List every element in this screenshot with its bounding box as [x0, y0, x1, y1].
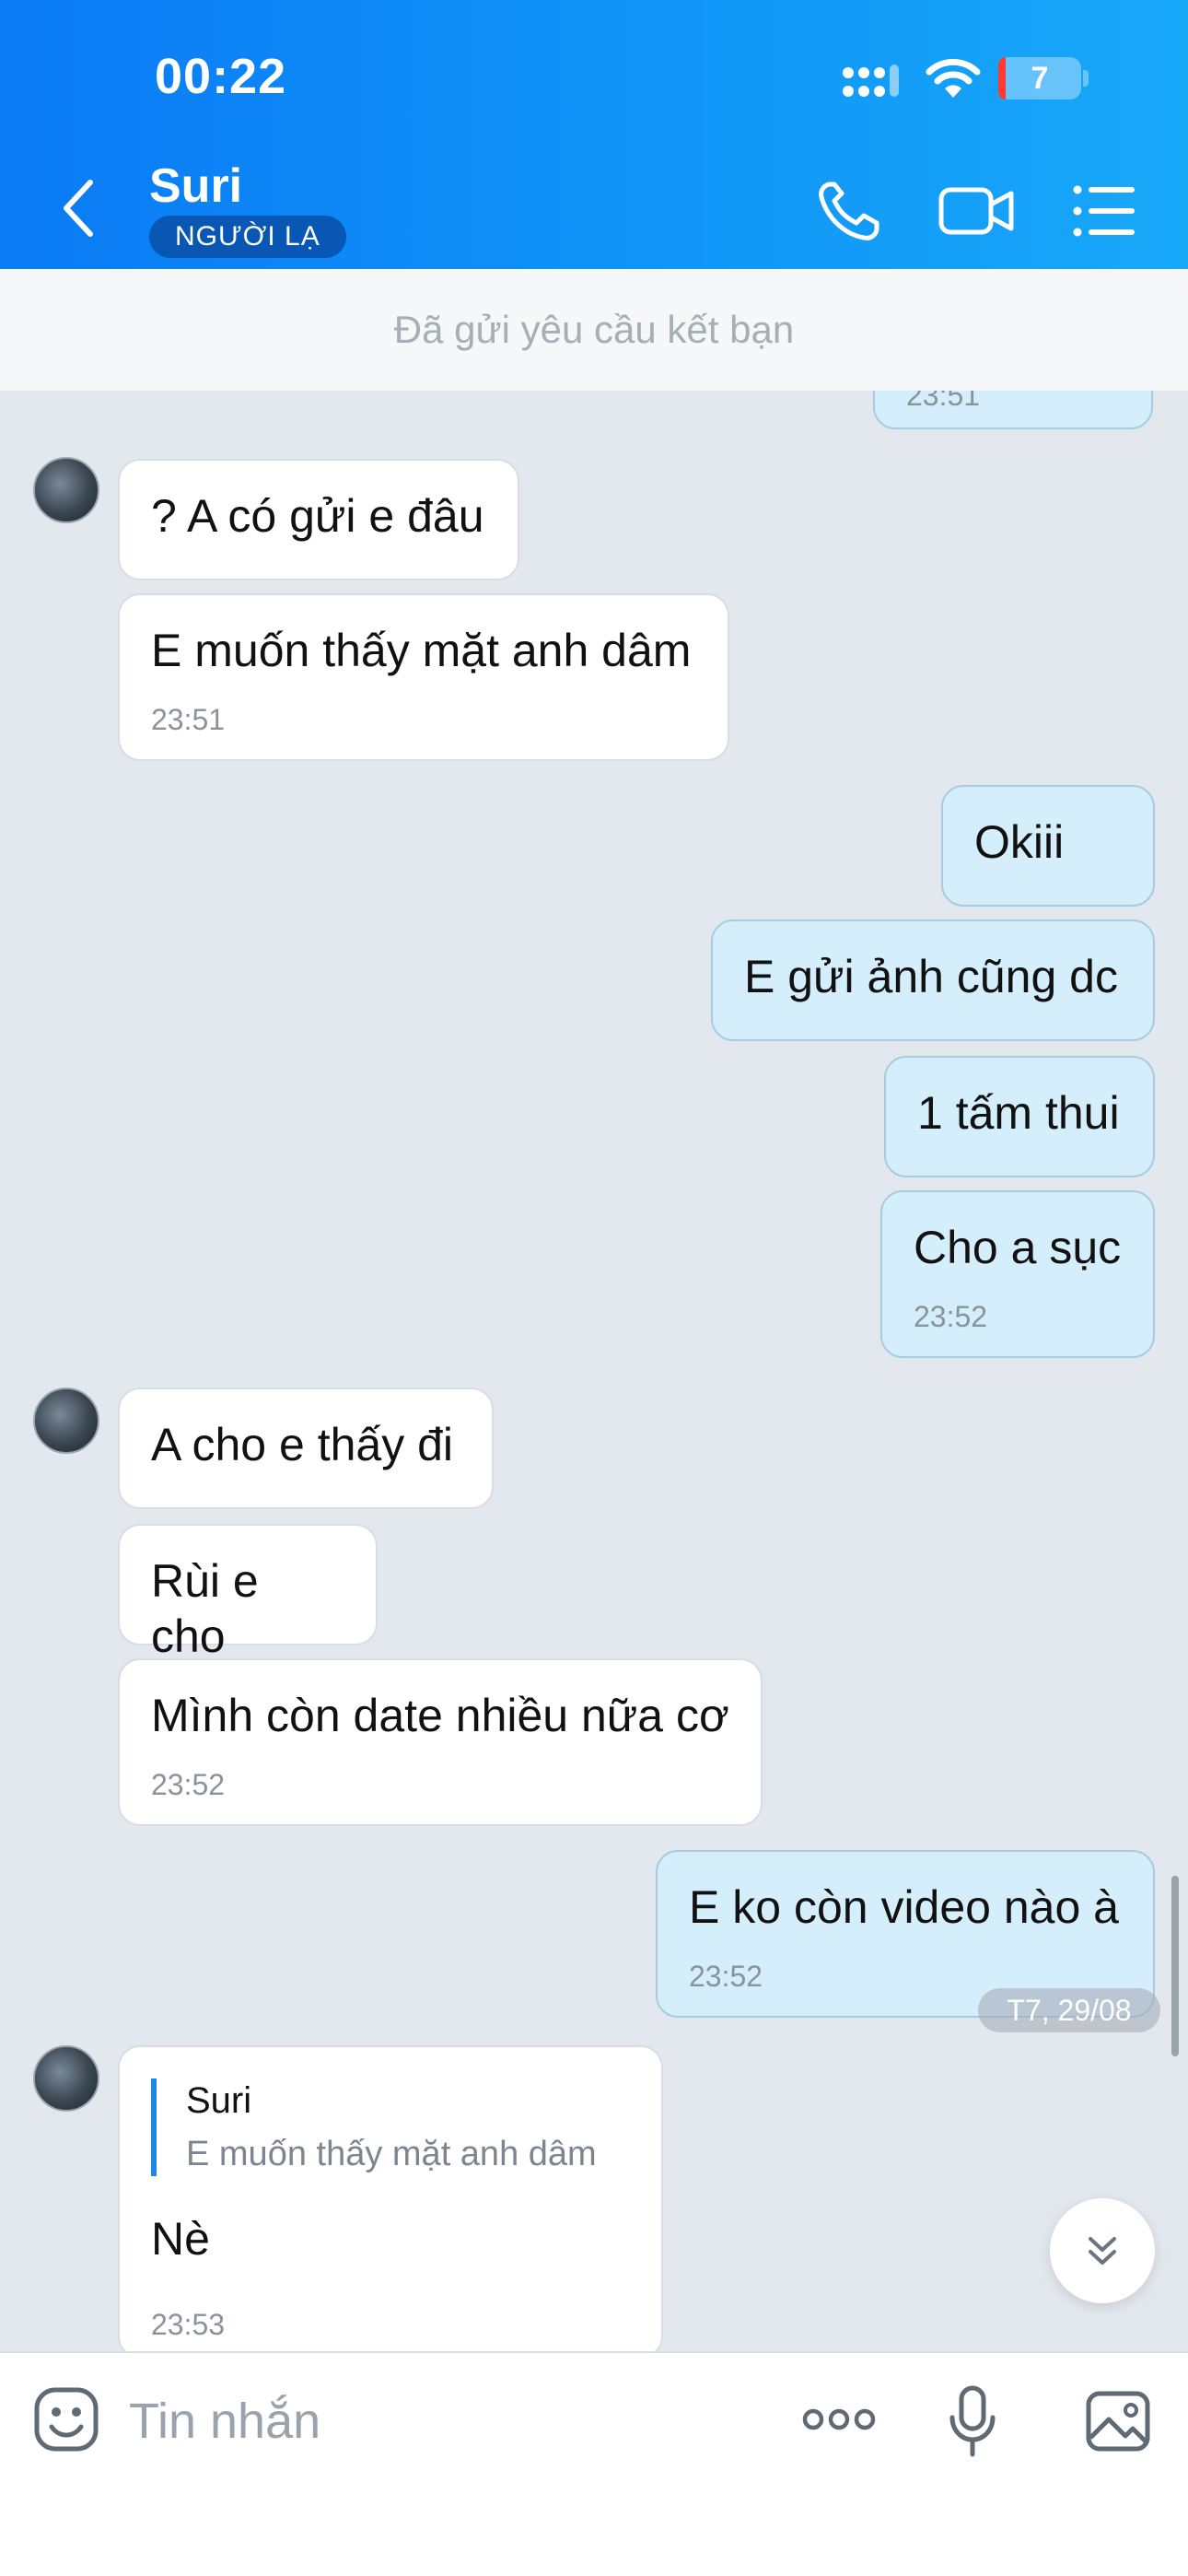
incoming-message[interactable]: ? A có gửi e đâu: [118, 459, 519, 580]
message-text: ? A có gửi e đâu: [151, 490, 484, 542]
reply-snippet: E muốn thấy mặt anh dâm: [186, 2135, 597, 2173]
scroll-to-bottom-button[interactable]: [1050, 2198, 1155, 2303]
message-time: 23:52: [914, 1299, 988, 1333]
message-text: E muốn thấy mặt anh dâm: [151, 625, 692, 676]
reply-sender: Suri: [186, 2080, 252, 2121]
avatar[interactable]: [33, 2045, 99, 2112]
outgoing-message[interactable]: Okiii: [941, 785, 1155, 907]
sticker-icon[interactable]: [33, 2386, 99, 2453]
avatar[interactable]: [33, 457, 99, 523]
cellular-signal-icon: [843, 64, 899, 97]
message-text: E ko còn video nào à: [689, 1881, 1119, 1933]
scrollbar[interactable]: [1171, 1876, 1179, 2056]
chat-screen: 00:22 7 Suri NGƯỜI LẠ 23:51 Đã gửi yêu c…: [0, 0, 1188, 2576]
message-text: Cho a sục: [914, 1222, 1122, 1273]
message-text: Nè: [151, 2213, 210, 2265]
date-label: T7, 29/08: [978, 1988, 1160, 2032]
message-time: 23:52: [151, 1767, 226, 1801]
reply-quote[interactable]: Suri E muốn thấy mặt anh dâm: [151, 2078, 597, 2176]
phone-icon[interactable]: [812, 177, 886, 245]
chat-header: 00:22 7 Suri NGƯỜI LẠ: [0, 0, 1188, 269]
message-text: E gửi ảnh cũng dc: [744, 951, 1118, 1002]
back-icon[interactable]: [55, 175, 101, 241]
message-time: 23:53: [151, 2308, 226, 2341]
image-icon[interactable]: [1085, 2388, 1151, 2454]
outgoing-message[interactable]: Cho a sục 23:52: [880, 1190, 1155, 1358]
video-camera-icon[interactable]: [938, 177, 1015, 245]
wifi-icon: [926, 58, 981, 98]
message-text: A cho e thấy đi: [151, 1419, 454, 1470]
message-text: Mình còn date nhiều nữa cơ: [151, 1690, 729, 1741]
battery-indicator: 7: [998, 57, 1081, 100]
friend-request-text: Đã gửi yêu cầu kết bạn: [393, 308, 795, 351]
message-input[interactable]: [129, 2386, 774, 2456]
status-time: 00:22: [155, 49, 287, 104]
more-dots-icon[interactable]: [801, 2399, 877, 2440]
message-text: 1 tấm thui: [917, 1087, 1120, 1139]
message-text: Rùi e cho: [151, 1555, 259, 1662]
incoming-message[interactable]: Rùi e cho: [118, 1524, 378, 1662]
message-text: Okiii: [974, 816, 1065, 868]
stranger-badge: NGƯỜI LẠ: [149, 216, 346, 258]
message-composer: [0, 2351, 1188, 2576]
incoming-reply-message[interactable]: Suri E muốn thấy mặt anh dâm Nè 23:53: [118, 2045, 663, 2359]
outgoing-message[interactable]: 1 tấm thui: [884, 1056, 1155, 1177]
list-menu-icon[interactable]: [1072, 177, 1136, 245]
message-time: 23:51: [151, 702, 226, 736]
battery-cap: [1083, 70, 1089, 87]
double-chevron-down-icon: [1089, 2237, 1116, 2265]
incoming-message[interactable]: A cho e thấy đi: [118, 1388, 494, 1509]
incoming-message[interactable]: E muốn thấy mặt anh dâm 23:51: [118, 593, 729, 761]
contact-name[interactable]: Suri: [149, 158, 242, 214]
microphone-icon[interactable]: [949, 2384, 996, 2458]
incoming-message[interactable]: Mình còn date nhiều nữa cơ 23:52: [118, 1658, 763, 1826]
outgoing-message[interactable]: E gửi ảnh cũng dc: [711, 919, 1155, 1041]
message-time: 23:52: [689, 1959, 763, 1993]
avatar[interactable]: [33, 1388, 99, 1454]
